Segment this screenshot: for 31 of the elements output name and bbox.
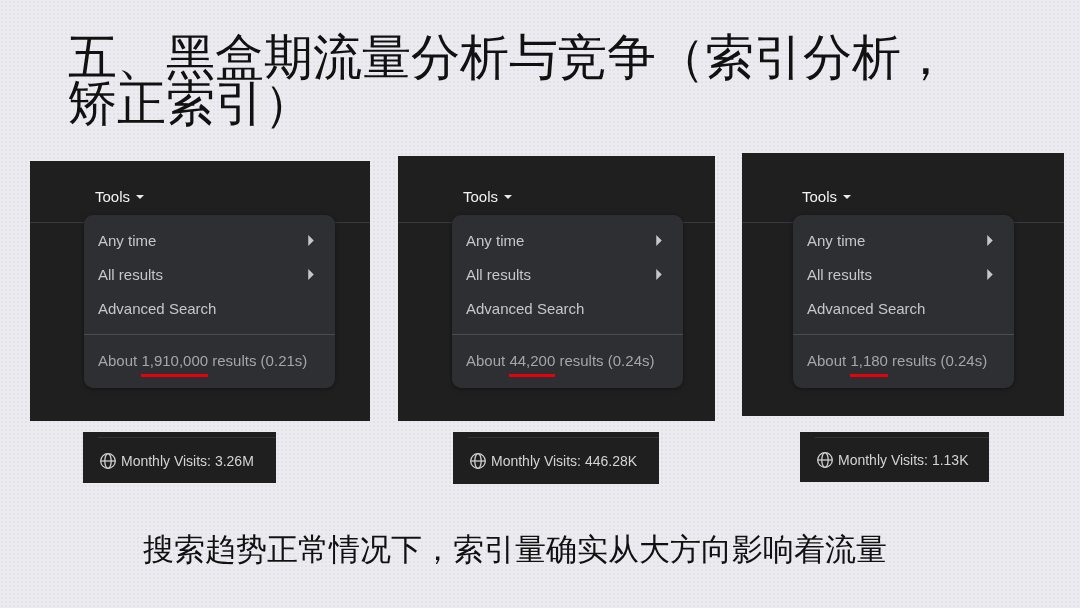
menu-item[interactable]: All results bbox=[452, 257, 683, 291]
globe-icon bbox=[100, 452, 116, 469]
caret-right-icon bbox=[656, 268, 662, 280]
caret-down-icon bbox=[843, 195, 852, 199]
menu-item[interactable]: Advanced Search bbox=[452, 291, 683, 325]
caret-right-icon bbox=[656, 234, 662, 246]
visits-text: Monthly Visits: 1.13K bbox=[838, 452, 969, 468]
visits-text: Monthly Visits: 446.28K bbox=[491, 453, 638, 469]
menu-item[interactable]: Any time bbox=[452, 223, 683, 257]
menu-item[interactable]: All results bbox=[84, 257, 335, 291]
menu-item[interactable]: Any time bbox=[793, 223, 1014, 257]
visits-text: Monthly Visits: 3.26M bbox=[121, 452, 254, 469]
menu-item[interactable]: Any time bbox=[84, 223, 335, 257]
result-stats-text: About 1,910,000 results (0.21s) bbox=[84, 335, 335, 388]
tools-button[interactable]: Tools bbox=[463, 187, 513, 207]
tools-button[interactable]: Tools bbox=[802, 187, 852, 207]
globe-icon bbox=[817, 452, 833, 468]
slide-caption: 搜索趋势正常情况下，索引量确实从大方向影响着流量 bbox=[143, 532, 887, 568]
result-stats-text: About 1,180 results (0.24s) bbox=[793, 335, 1014, 388]
tools-button[interactable]: Tools bbox=[95, 187, 145, 207]
result-stats-text: About 44,200 results (0.24s) bbox=[452, 335, 683, 388]
caret-right-icon bbox=[308, 268, 314, 280]
caret-right-icon bbox=[987, 234, 993, 246]
caret-down-icon bbox=[504, 195, 513, 199]
caret-right-icon bbox=[308, 234, 314, 246]
menu-item[interactable]: Advanced Search bbox=[793, 291, 1014, 325]
globe-icon bbox=[470, 453, 486, 469]
menu-item[interactable]: Advanced Search bbox=[84, 291, 335, 325]
caret-down-icon bbox=[136, 195, 145, 199]
menu-item[interactable]: All results bbox=[793, 257, 1014, 291]
caret-right-icon bbox=[987, 268, 993, 280]
